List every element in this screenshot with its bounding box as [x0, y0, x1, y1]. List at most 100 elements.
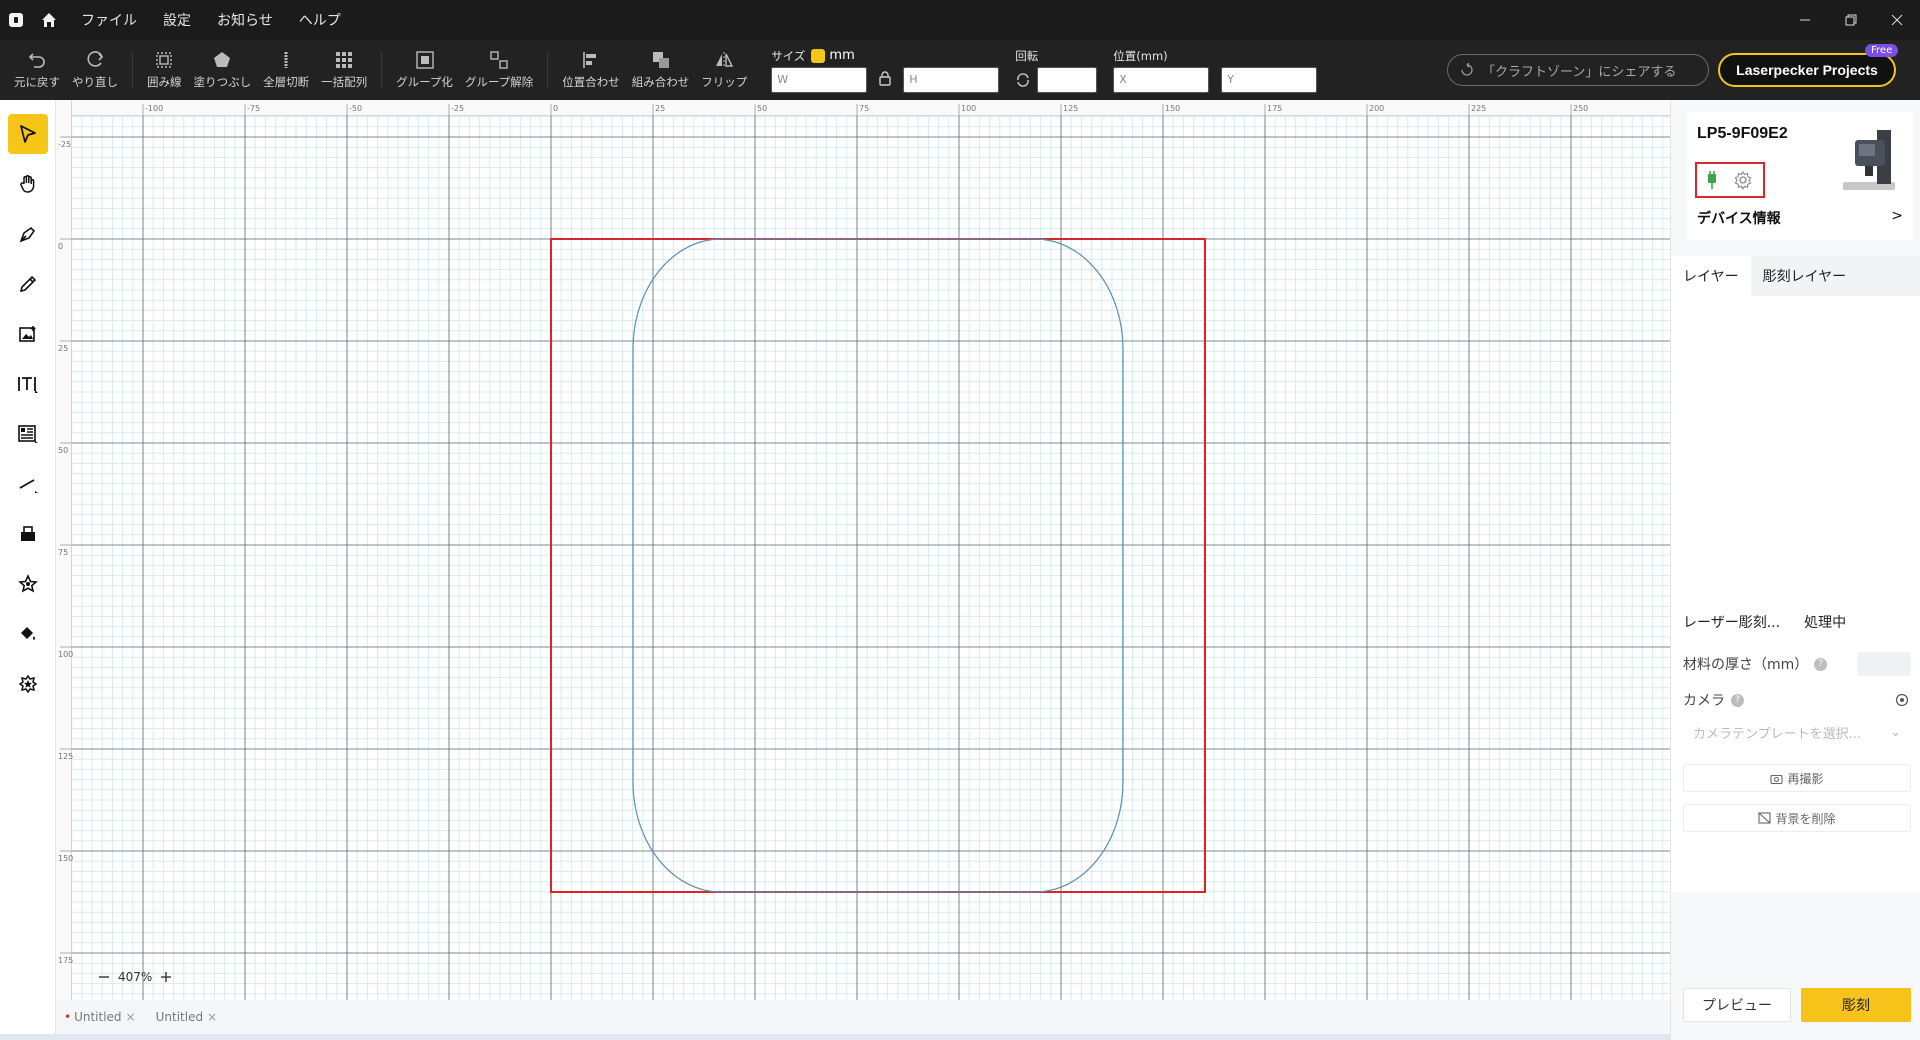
processing-panel: 材料の厚さ（mm） ? カメラ ? カメラテンプレートを選択... ⌄ 再撮影 …: [1671, 642, 1920, 892]
rotate-input[interactable]: [1037, 66, 1098, 93]
lock-icon[interactable]: [877, 70, 893, 89]
share-icon: [1461, 63, 1473, 76]
height-input[interactable]: H: [903, 66, 1000, 93]
text-tool[interactable]: [8, 364, 48, 404]
chevron-down-icon: ⌄: [1890, 724, 1901, 740]
target-icon[interactable]: [1895, 693, 1909, 707]
material-thickness-input[interactable]: [1857, 652, 1911, 676]
selection-bounding-box[interactable]: [550, 238, 1206, 893]
combine-button[interactable]: 組み合わせ: [626, 40, 696, 100]
redo-icon: [87, 51, 104, 67]
outline-icon: [156, 52, 172, 68]
remove-image-icon: [1758, 812, 1772, 824]
align-button[interactable]: 位置合わせ: [556, 40, 626, 100]
usb-icon: [21, 526, 35, 541]
menu-notifications[interactable]: お知らせ: [217, 10, 273, 30]
device-card: LP5-9F09E2 デバイス情報 >: [1687, 112, 1913, 240]
document-tab[interactable]: • Untitled ×: [64, 1010, 136, 1024]
unit-toggle[interactable]: [811, 48, 826, 63]
array-button[interactable]: 一括配列: [315, 40, 373, 100]
fill-button[interactable]: 塗りつぶし: [188, 40, 258, 100]
connection-plug-icon[interactable]: [1705, 170, 1719, 190]
barcode-tool[interactable]: [8, 414, 48, 454]
special-tool[interactable]: [8, 664, 48, 704]
fill-tool[interactable]: [8, 614, 48, 654]
select-tool[interactable]: [8, 114, 48, 154]
gear-icon[interactable]: [1733, 170, 1753, 190]
remove-background-button[interactable]: 背景を削除: [1683, 804, 1911, 832]
camera-icon: [1770, 774, 1784, 784]
close-tab-icon[interactable]: ×: [207, 1010, 217, 1024]
align-icon: [583, 52, 596, 68]
group-icon: [415, 51, 434, 69]
ungroup-icon: [490, 51, 508, 69]
bottom-strip: [0, 1034, 1920, 1040]
hand-tool[interactable]: [8, 164, 48, 204]
engrave-button[interactable]: 彫刻: [1801, 988, 1911, 1022]
title-bar: ファイル 設定 お知らせ ヘルプ: [0, 0, 1920, 40]
material-tool[interactable]: [8, 514, 48, 554]
rotate-group: 回転: [1015, 40, 1098, 100]
free-badge: Free: [1865, 44, 1899, 57]
pen-tool[interactable]: [8, 214, 48, 254]
position-group: 位置(mm) X Y: [1113, 40, 1318, 100]
process-tabs: レーザー彫刻... 処理中: [1671, 602, 1920, 642]
rotate-icon[interactable]: [1015, 72, 1031, 88]
shapes-icon: [18, 574, 38, 593]
grid-array-icon: [336, 52, 353, 68]
zoom-in-icon[interactable]: [160, 971, 172, 983]
undo-icon: [28, 53, 45, 68]
zoom-out-icon[interactable]: [98, 971, 110, 983]
tab-laser-engrave[interactable]: レーザー彫刻...: [1671, 602, 1792, 642]
restore-icon[interactable]: [1828, 0, 1874, 40]
rounded-rectangle-shape[interactable]: [632, 238, 1124, 893]
share-craft-zone-button[interactable]: 「クラフトゾーン」にシェアする: [1447, 54, 1709, 86]
menu-settings[interactable]: 設定: [163, 10, 191, 30]
text-icon: [18, 377, 38, 393]
line-icon: [19, 479, 38, 493]
width-input[interactable]: W: [771, 66, 868, 93]
tab-engrave-layers[interactable]: 彫刻レイヤー: [1751, 256, 1859, 296]
reshoot-button[interactable]: 再撮影: [1683, 764, 1911, 792]
menu-file[interactable]: ファイル: [81, 10, 137, 30]
pen-nib-icon: [19, 226, 36, 243]
material-thickness-row: 材料の厚さ（mm） ?: [1683, 654, 1828, 674]
chevron-right-icon: >: [1891, 208, 1903, 224]
undo-button[interactable]: 元に戻す: [8, 40, 66, 100]
pointer-icon: [20, 125, 36, 143]
pencil-tool[interactable]: [8, 264, 48, 304]
camera-template-select[interactable]: カメラテンプレートを選択... ⌄: [1683, 718, 1911, 746]
line-tool[interactable]: [8, 464, 48, 504]
device-info-link[interactable]: デバイス情報 >: [1697, 208, 1903, 228]
minimize-icon[interactable]: [1782, 0, 1828, 40]
pencil-icon: [19, 275, 37, 293]
shape-tool[interactable]: [8, 564, 48, 604]
x-input[interactable]: X: [1113, 66, 1210, 93]
close-tab-icon[interactable]: ×: [126, 1010, 136, 1024]
pentagon-icon: [214, 52, 231, 67]
preview-button[interactable]: プレビュー: [1683, 988, 1791, 1022]
close-icon[interactable]: [1874, 0, 1920, 40]
ungroup-button[interactable]: グループ解除: [459, 40, 539, 100]
image-tool[interactable]: [8, 314, 48, 354]
redo-button[interactable]: やり直し: [66, 40, 124, 100]
help-icon[interactable]: ?: [1731, 693, 1744, 707]
combine-icon: [652, 52, 669, 68]
y-input[interactable]: Y: [1221, 66, 1318, 93]
canvas[interactable]: -100 -75 -50 -25 0 25 50 75 100 125 150 175 200 225 25…: [56, 100, 1670, 1000]
tab-layers[interactable]: レイヤー: [1671, 256, 1751, 296]
laserpecker-projects-button[interactable]: Laserpecker Projects: [1718, 53, 1896, 87]
cut-button[interactable]: 全層切断: [257, 40, 315, 100]
qrcode-icon: [18, 425, 38, 443]
tool-palette: [0, 100, 56, 1040]
flip-button[interactable]: フリップ: [695, 40, 753, 100]
outline-button[interactable]: 囲み線: [141, 40, 188, 100]
tab-processing[interactable]: 処理中: [1792, 602, 1859, 642]
group-button[interactable]: グループ化: [390, 40, 459, 100]
menu-help[interactable]: ヘルプ: [299, 10, 341, 30]
document-tab[interactable]: Untitled ×: [156, 1010, 218, 1024]
home-icon[interactable]: [37, 8, 61, 32]
cut-icon: [284, 52, 288, 68]
image-icon: [19, 326, 36, 342]
help-icon[interactable]: ?: [1814, 657, 1828, 671]
